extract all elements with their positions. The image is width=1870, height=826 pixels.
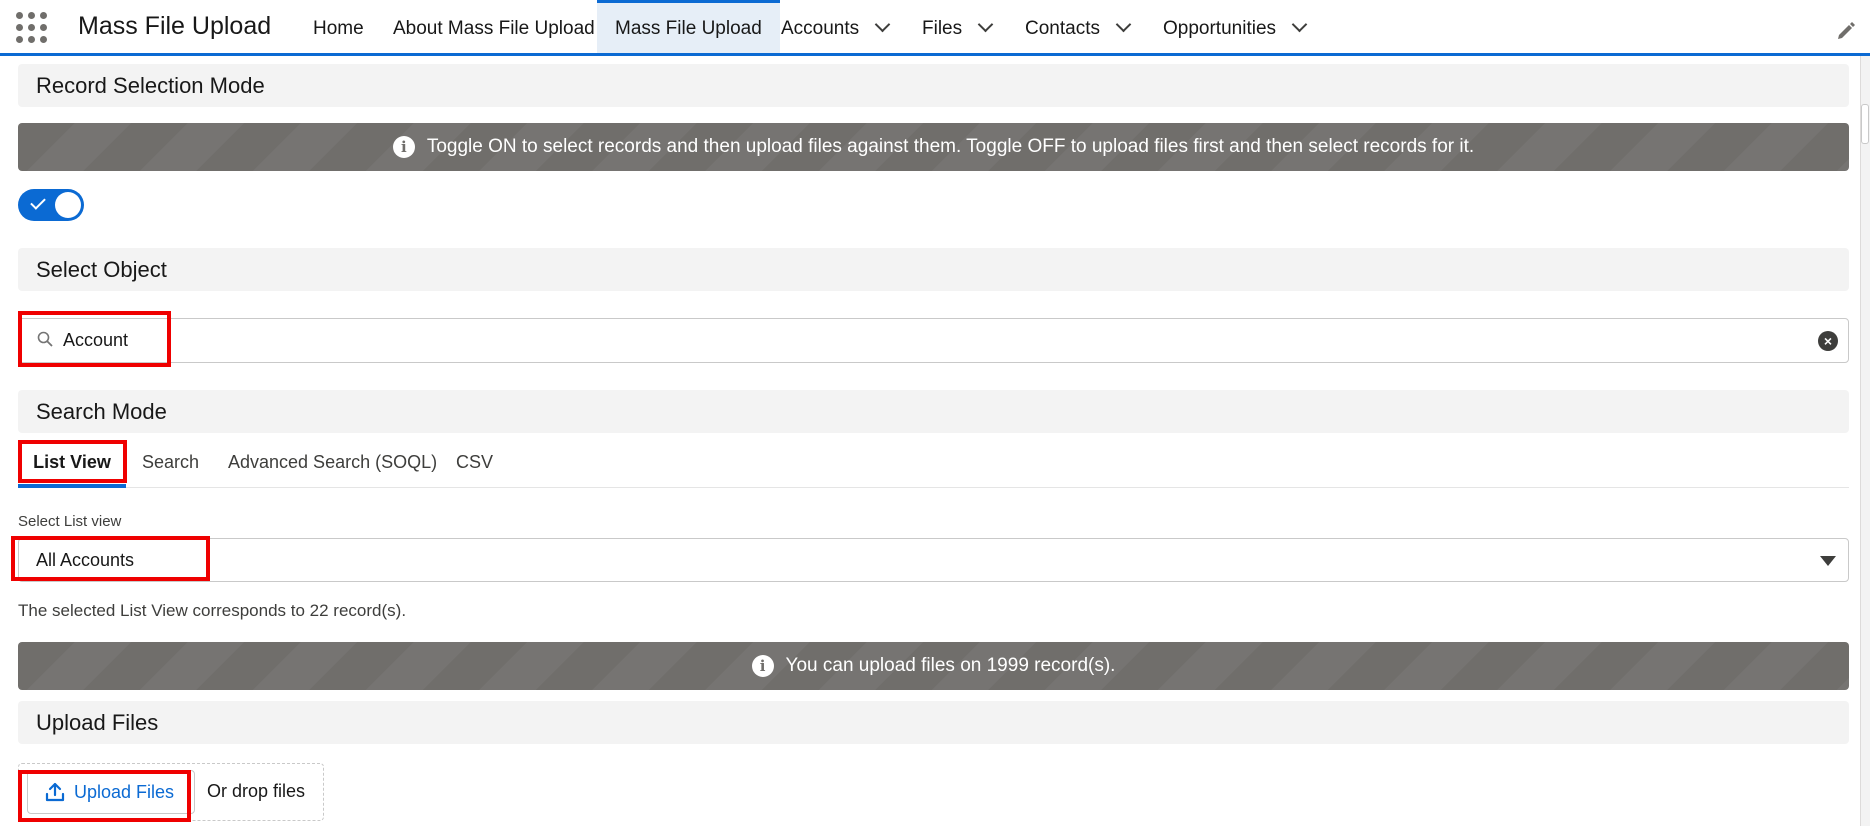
- search-mode-tabs: List View Search Advanced Search (SOQL) …: [18, 440, 1849, 488]
- app-name: Mass File Upload: [78, 12, 272, 40]
- chevron-down-icon[interactable]: [1115, 16, 1132, 33]
- nav-item-accounts[interactable]: Accounts: [763, 0, 906, 53]
- upload-limit-info-banner: i You can upload files on 1999 record(s)…: [18, 642, 1849, 690]
- app-launcher-icon[interactable]: [16, 12, 48, 44]
- info-icon: i: [751, 655, 774, 677]
- chevron-down-icon[interactable]: [1291, 16, 1308, 33]
- dropdown-arrow-icon[interactable]: [1820, 556, 1836, 566]
- nav-item-label: Files: [922, 18, 963, 39]
- nav-item-label: About Mass File Upload: [393, 18, 595, 39]
- record-selection-info-text: Toggle ON to select records and then upl…: [426, 136, 1475, 157]
- upload-icon: [45, 782, 65, 802]
- nav-item-about-mass-file-upload[interactable]: About Mass File Upload: [375, 0, 613, 53]
- nav-item-mass-file-upload[interactable]: Mass File Upload: [597, 0, 780, 53]
- selected-object-value: Account: [63, 330, 129, 350]
- scrollbar-track[interactable]: [1860, 56, 1870, 826]
- upload-files-button-label: Upload Files: [74, 782, 175, 802]
- chevron-down-icon[interactable]: [977, 16, 994, 33]
- file-drop-zone[interactable]: Upload Files Or drop files: [18, 763, 324, 821]
- select-object-header: Select Object: [18, 248, 1849, 291]
- search-icon: [37, 331, 53, 347]
- selected-list-view-value: All Accounts: [36, 550, 135, 570]
- tab-list-view[interactable]: List View: [18, 440, 126, 488]
- upload-files-button[interactable]: Upload Files: [27, 770, 195, 814]
- nav-item-label: Mass File Upload: [615, 18, 762, 39]
- tab-advanced-search-soql[interactable]: Advanced Search (SOQL): [228, 440, 437, 488]
- nav-item-contacts[interactable]: Contacts: [1007, 0, 1147, 53]
- edit-nav-pencil-icon[interactable]: [1836, 20, 1856, 40]
- chevron-down-icon[interactable]: [874, 16, 891, 33]
- list-view-select[interactable]: All Accounts: [18, 538, 1849, 582]
- nav-item-home[interactable]: Home: [295, 0, 382, 53]
- search-mode-header: Search Mode: [18, 390, 1849, 433]
- select-list-view-label: Select List view: [18, 513, 122, 530]
- clear-selection-icon[interactable]: ×: [1818, 331, 1838, 351]
- tab-search[interactable]: Search: [142, 440, 199, 488]
- toggle-knob: [55, 192, 81, 218]
- upload-limit-info-text: You can upload files on 1999 record(s).: [785, 655, 1116, 676]
- upload-files-header: Upload Files: [18, 701, 1849, 744]
- nav-item-opportunities[interactable]: Opportunities: [1145, 0, 1323, 53]
- checkmark-icon: [30, 194, 46, 210]
- drop-files-text: Or drop files: [207, 781, 306, 801]
- list-view-record-count-text: The selected List View corresponds to 22…: [18, 601, 407, 620]
- tab-csv[interactable]: CSV: [456, 440, 493, 488]
- record-selection-mode-header: Record Selection Mode: [18, 64, 1849, 107]
- record-selection-toggle[interactable]: [18, 189, 84, 221]
- nav-item-label: Opportunities: [1163, 18, 1277, 39]
- object-search-combobox[interactable]: Account ×: [18, 318, 1849, 363]
- info-icon: i: [392, 136, 415, 158]
- top-navigation-bar: Mass File Upload Home About Mass File Up…: [0, 0, 1870, 56]
- nav-item-files[interactable]: Files: [904, 0, 1009, 53]
- scrollbar-thumb[interactable]: [1861, 104, 1869, 144]
- nav-item-label: Home: [313, 18, 364, 39]
- nav-item-label: Accounts: [781, 18, 860, 39]
- nav-item-label: Contacts: [1025, 18, 1100, 39]
- record-selection-info-banner: i Toggle ON to select records and then u…: [18, 123, 1849, 171]
